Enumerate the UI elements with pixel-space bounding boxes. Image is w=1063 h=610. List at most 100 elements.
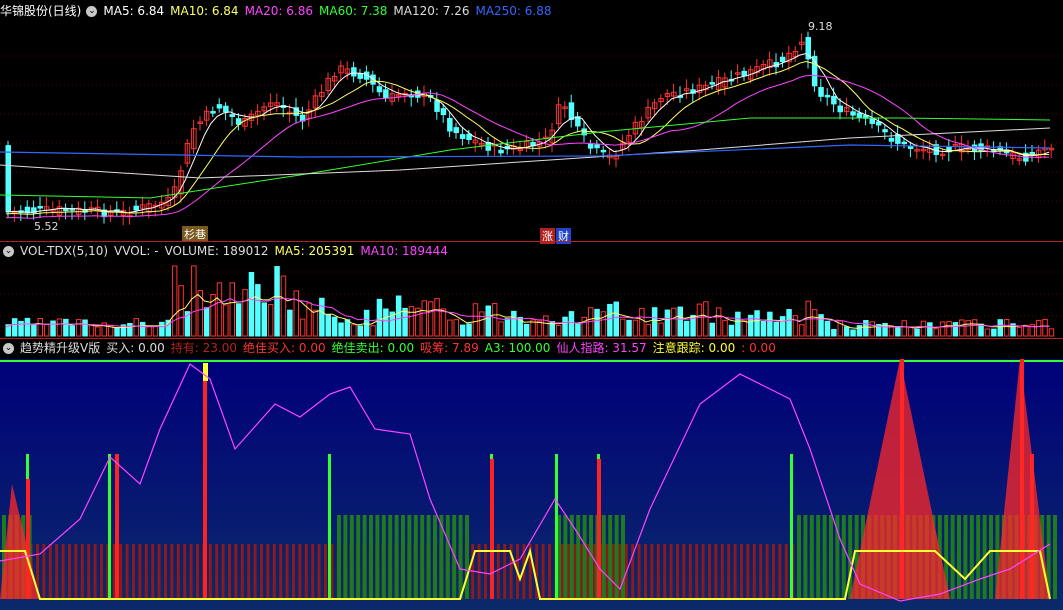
hold-bar — [48, 544, 52, 599]
hold-bar — [541, 544, 545, 599]
volume-bar — [658, 322, 664, 337]
volume-bar — [920, 320, 927, 337]
sell-spike — [490, 459, 494, 599]
volume-bar — [344, 319, 351, 337]
hold-bar — [260, 544, 263, 599]
volume-bar — [715, 307, 722, 337]
hold-bar — [215, 544, 219, 599]
hold-bar — [196, 544, 199, 599]
hold-bar — [100, 544, 103, 599]
volume-bar — [427, 301, 434, 337]
a3-bar — [569, 515, 574, 599]
volume-bar — [447, 319, 453, 337]
volume-bar — [626, 319, 632, 337]
volume-bar — [594, 308, 600, 337]
hold-bar — [682, 544, 686, 599]
volume-bar — [728, 324, 735, 337]
hold-bar — [68, 544, 71, 599]
volume-bar — [786, 309, 792, 337]
volume-bar — [760, 321, 767, 337]
volume-bar — [907, 326, 914, 337]
volume-bar — [773, 321, 779, 337]
ind-header-item-3: 绝佳买入: 0.00 — [243, 341, 326, 355]
hold-bar — [304, 544, 308, 599]
hold-bar — [669, 544, 673, 599]
volume-bar — [159, 321, 165, 337]
volume-bar — [709, 322, 715, 337]
vol-header-item-2: VOLUME: 189012 — [164, 244, 269, 258]
volume-bar — [799, 324, 805, 337]
volume-bar — [562, 316, 568, 337]
hold-bar — [560, 544, 564, 599]
candle-body — [229, 114, 235, 118]
volume-bar — [351, 324, 357, 337]
a3-bar — [362, 515, 367, 599]
a3-bar — [816, 515, 821, 599]
hold-bar — [746, 544, 750, 599]
hold-bar — [317, 544, 321, 599]
collapse-toggle-icon[interactable]: ⌄ — [86, 6, 98, 17]
ind-collapse-icon[interactable]: ⌄ — [3, 343, 14, 354]
volume-bar — [543, 315, 549, 337]
volume-bar — [242, 289, 248, 337]
volume-panel[interactable]: ⌄ VOL-TDX(5,10) VVOL: - VOLUME: 189012 MA5: … — [0, 242, 1063, 338]
price-panel[interactable]: 华锦股份(日线) ⌄ MA5: 6.84 MA10: 6.84 MA20: 6.86 MA… — [0, 0, 1063, 244]
hold-bar — [580, 544, 583, 599]
volume-bar — [779, 316, 786, 337]
price-high-label: 9.18 — [808, 20, 833, 33]
a3-bar — [369, 515, 373, 599]
volume-bar — [933, 328, 939, 337]
volume-bar — [651, 307, 658, 337]
volume-bar — [331, 316, 338, 337]
candle-body — [133, 205, 139, 211]
hold-bar — [612, 544, 615, 599]
volume-bar — [997, 319, 1003, 337]
a3-bar — [822, 515, 827, 599]
volume-bar — [363, 309, 370, 337]
hold-bar — [125, 544, 129, 599]
hold-bar — [765, 544, 769, 599]
volume-bar — [37, 317, 43, 337]
volume-bar — [485, 305, 491, 337]
volume-bar — [171, 265, 178, 337]
hold-bar — [80, 544, 84, 599]
a3-bar — [841, 515, 846, 599]
indicator-panel[interactable]: ⌄ 趋势精升级V版 买入: 0.00 持有: 23.00 绝佳买入: 0.00 绝佳卖出:… — [0, 339, 1063, 610]
candle-body — [210, 111, 216, 114]
price-chart[interactable] — [0, 0, 1063, 240]
ma250-line — [0, 144, 1051, 158]
volume-bar — [69, 325, 75, 337]
buy-spike — [555, 454, 558, 599]
hold-bar — [61, 544, 65, 599]
candle-body — [376, 86, 383, 93]
volume-bar — [203, 307, 210, 337]
a3-bar — [608, 515, 613, 599]
candle-body — [447, 117, 453, 132]
event-tag-left[interactable]: 杉巷 — [182, 226, 208, 242]
candle-body — [5, 145, 11, 213]
candle-body — [779, 56, 786, 63]
volume-bar — [357, 325, 363, 337]
vol-collapse-icon[interactable]: ⌄ — [3, 246, 14, 257]
hold-bar — [759, 544, 763, 599]
volume-bar — [843, 326, 850, 337]
indicator-chart[interactable] — [0, 339, 1063, 610]
volume-bar — [274, 266, 280, 337]
hold-bar — [740, 544, 743, 599]
hold-bar — [701, 544, 705, 599]
volume-bar — [613, 301, 619, 337]
volume-bar — [741, 320, 747, 337]
hold-bar — [720, 544, 724, 599]
hold-bar — [663, 544, 667, 599]
volume-bar — [75, 319, 82, 337]
candle-body — [383, 89, 389, 99]
volume-bar — [229, 282, 235, 337]
a3-bar — [337, 515, 341, 599]
a3-bar — [426, 515, 431, 599]
vol-header-item-1: VVOL: - — [114, 244, 159, 258]
volume-bar — [991, 328, 997, 337]
hold-bar — [573, 544, 577, 599]
a3-bar — [394, 515, 399, 599]
volume-bar — [146, 325, 152, 337]
hold-bar — [605, 544, 609, 599]
